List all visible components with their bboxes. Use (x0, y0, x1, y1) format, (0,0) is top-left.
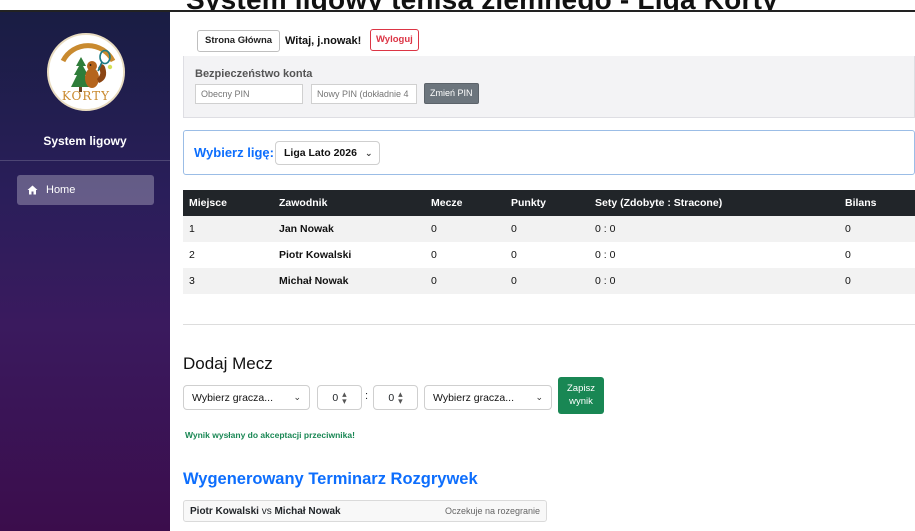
league-selected-value: Liga Lato 2026 (284, 147, 357, 159)
cell-sets: 0 : 0 (595, 223, 616, 235)
cell-sets: 0 : 0 (595, 275, 616, 287)
save-label-line2: wynik (569, 396, 593, 407)
cell-place: 2 (189, 249, 195, 261)
cell-player: Michał Nowak (279, 275, 349, 287)
schedule-title: Wygenerowany Terminarz Rozgrywek (183, 470, 478, 488)
league-selector-box: Wybierz ligę: Liga Lato 2026 ⌄ (183, 130, 915, 175)
sidebar: KORTY System ligowy Home (0, 12, 170, 531)
match-vs: vs (261, 505, 272, 517)
chevron-down-icon: ⌄ (535, 392, 543, 402)
current-pin-input[interactable] (195, 84, 303, 104)
chevron-down-icon: ⌄ (364, 147, 373, 158)
list-item: Piotr Kowalski vs Michał Nowak Oczekuje … (183, 500, 547, 522)
cell-place: 3 (189, 275, 195, 287)
change-pin-button[interactable]: Zmień PIN (424, 83, 479, 104)
match-pairing: Piotr Kowalski vs Michał Nowak (190, 506, 341, 517)
player1-select-value: Wybierz gracza... (192, 391, 274, 404)
cell-matches: 0 (431, 249, 437, 261)
column-header-points: Punkty (511, 197, 547, 209)
welcome-text: Witaj, j.nowak! (285, 35, 362, 47)
league-select[interactable]: Liga Lato 2026 ⌄ (275, 141, 380, 165)
cell-balance: 0 (845, 275, 851, 287)
player2-select[interactable]: Wybierz gracza... ⌄ (424, 385, 552, 410)
top-rule (0, 10, 915, 12)
cell-player: Piotr Kowalski (279, 249, 352, 261)
logo: KORTY (47, 33, 125, 111)
cell-points: 0 (511, 223, 517, 235)
table-row: 2 Piotr Kowalski 0 0 0 : 0 0 (183, 242, 915, 268)
standings-table: Miejsce Zawodnik Mecze Punkty Sety (Zdob… (183, 190, 915, 294)
column-header-place: Miejsce (189, 197, 227, 209)
cell-points: 0 (511, 275, 517, 287)
cell-sets: 0 : 0 (595, 249, 616, 261)
score1-value: 0 (332, 391, 339, 404)
home-button[interactable]: Strona Główna (197, 30, 281, 52)
header: Strona Główna Witaj, j.nowak! Wyloguj (170, 12, 915, 56)
logo-text: KORTY (61, 89, 111, 103)
score-separator: : (365, 390, 369, 402)
sidebar-title: System ligowy (43, 134, 127, 148)
sidebar-item-home[interactable]: Home (17, 175, 154, 205)
cell-balance: 0 (845, 249, 851, 261)
player2-select-value: Wybierz gracza... (433, 391, 515, 404)
account-security-panel: Bezpieczeństwo konta Zmień PIN (183, 56, 915, 118)
match-player1: Piotr Kowalski (190, 505, 259, 517)
score2-input[interactable]: 0 ▴ ▾ (373, 385, 418, 410)
success-message: Wynik wysłany do akceptacji przeciwnika! (185, 430, 355, 440)
save-label-line1: Zapisz (567, 383, 595, 394)
table-row: 3 Michał Nowak 0 0 0 : 0 0 (183, 268, 915, 294)
save-result-button[interactable]: Zapisz wynik (558, 377, 604, 414)
score2-value: 0 (388, 391, 395, 404)
cell-matches: 0 (431, 275, 437, 287)
home-icon (27, 185, 38, 195)
add-match-title: Dodaj Mecz (183, 354, 273, 373)
cell-player: Jan Nowak (279, 223, 334, 235)
score1-input[interactable]: 0 ▴ ▾ (317, 385, 362, 410)
chevron-down-icon: ⌄ (293, 392, 301, 402)
column-header-balance: Bilans (845, 197, 877, 209)
sidebar-divider (0, 160, 170, 161)
match-status: Oczekuje na rozegranie (444, 506, 540, 516)
sidebar-item-label: Home (46, 184, 76, 196)
match-player2: Michał Nowak (274, 505, 341, 517)
column-header-sets: Sety (Zdobyte : Stracone) (595, 197, 723, 209)
stepper-icon[interactable]: ▴ ▾ (398, 389, 403, 405)
table-header: Miejsce Zawodnik Mecze Punkty Sety (Zdob… (183, 190, 915, 216)
cell-points: 0 (511, 249, 517, 261)
logout-button[interactable]: Wyloguj (370, 29, 419, 51)
section-divider (183, 324, 915, 325)
league-label: Wybierz ligę: (194, 145, 274, 160)
new-pin-input[interactable] (311, 84, 417, 104)
cell-place: 1 (189, 223, 195, 235)
table-row: 1 Jan Nowak 0 0 0 : 0 0 (183, 216, 915, 242)
security-title: Bezpieczeństwo konta (195, 68, 313, 80)
cell-matches: 0 (431, 223, 437, 235)
column-header-player: Zawodnik (279, 197, 328, 209)
player1-select[interactable]: Wybierz gracza... ⌄ (183, 385, 310, 410)
cell-balance: 0 (845, 223, 851, 235)
stepper-icon[interactable]: ▴ ▾ (342, 389, 347, 405)
column-header-matches: Mecze (431, 197, 463, 209)
